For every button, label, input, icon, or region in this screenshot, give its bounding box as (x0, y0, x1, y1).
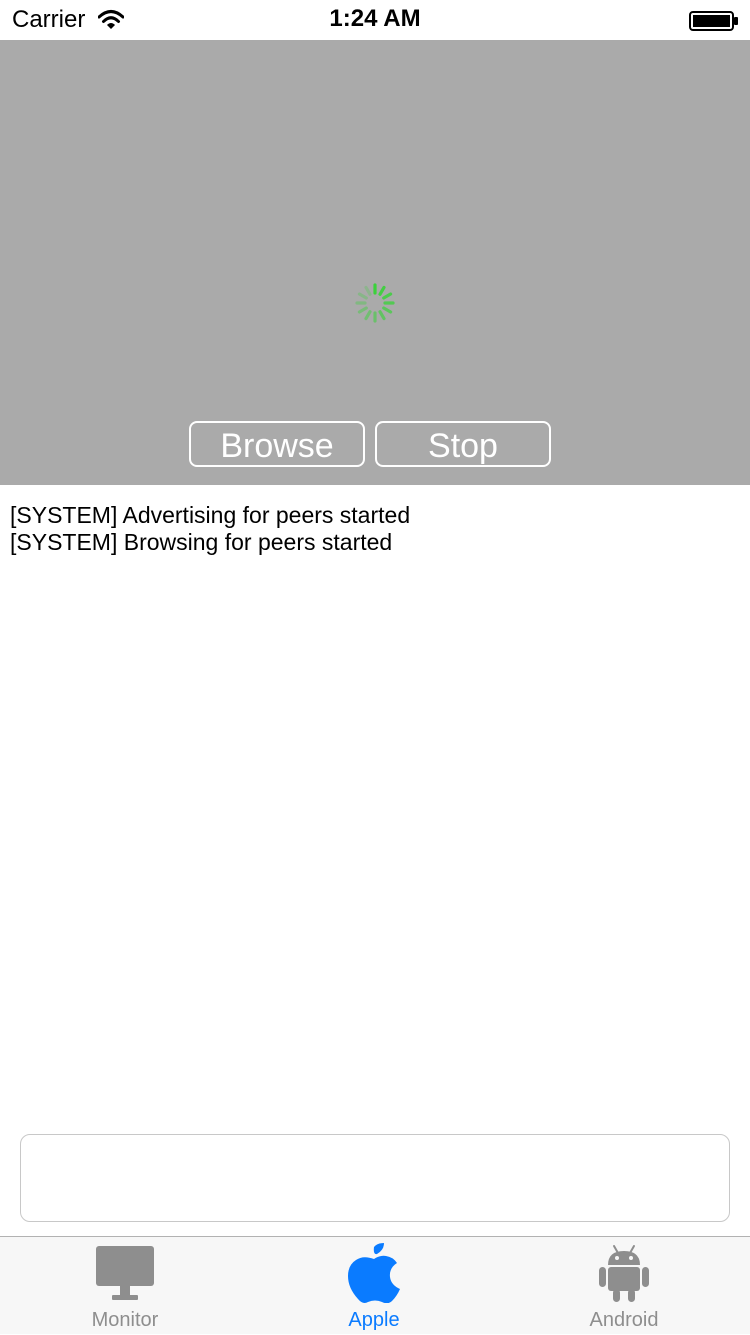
battery-icon (689, 11, 738, 31)
log-line: [SYSTEM] Advertising for peers started (10, 502, 411, 528)
control-panel: Browse Stop (0, 40, 750, 485)
apple-icon (348, 1243, 400, 1303)
activity-spinner-icon (355, 283, 395, 323)
status-bar: Carrier 1:24 AM (0, 0, 750, 40)
status-time: 1:24 AM (329, 5, 421, 32)
android-icon (599, 1245, 649, 1302)
tab-android[interactable]: Android (499, 1237, 749, 1335)
tab-label: Android (589, 1309, 659, 1331)
tab-bar: Monitor Apple Android (0, 1236, 750, 1334)
message-input[interactable] (20, 1134, 730, 1222)
tab-monitor[interactable]: Monitor (0, 1237, 250, 1335)
tab-label: Apple (348, 1309, 400, 1331)
log-line: [SYSTEM] Browsing for peers started (10, 529, 393, 555)
browse-button[interactable]: Browse (189, 421, 365, 467)
stop-button[interactable]: Stop (375, 421, 551, 467)
monitor-icon (96, 1246, 154, 1300)
tab-apple[interactable]: Apple (249, 1237, 499, 1335)
tab-label: Monitor (91, 1309, 159, 1331)
log-output: [SYSTEM] Advertising for peers started [… (10, 502, 740, 556)
